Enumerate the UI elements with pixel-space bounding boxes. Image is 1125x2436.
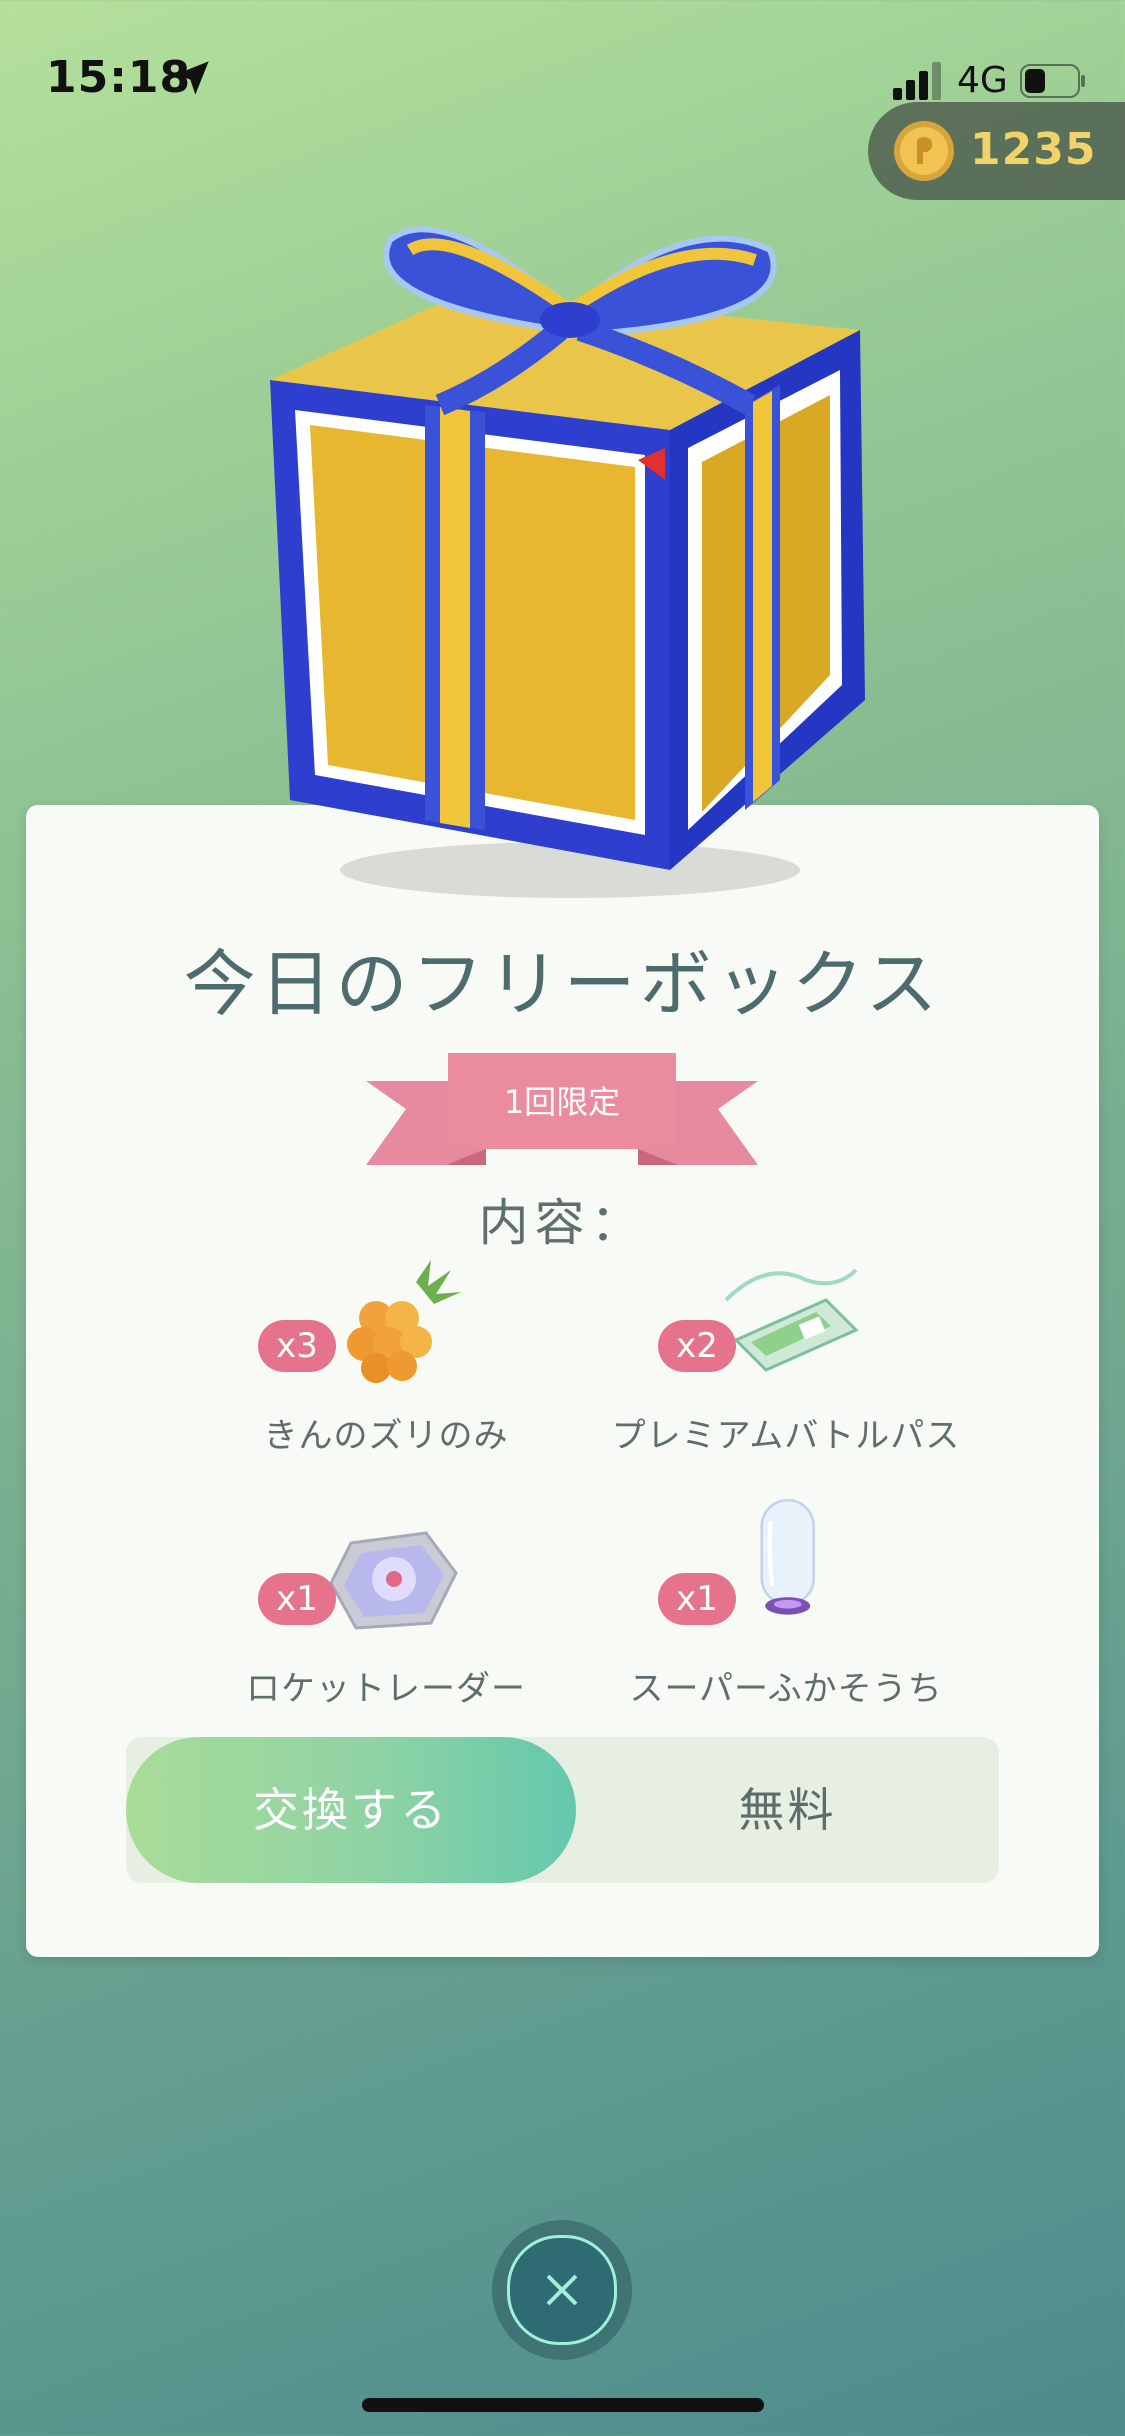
exchange-button[interactable]: 交換する	[126, 1737, 576, 1883]
item-premium-battle-pass: x2 プレミアムバトルパス	[596, 1260, 976, 1460]
home-indicator[interactable]	[362, 2398, 764, 2412]
close-button-ring	[507, 2235, 617, 2345]
item-quantity-badge: x2	[658, 1320, 736, 1372]
item-golden-razz-berry: x3 きんのズリのみ	[196, 1260, 576, 1460]
item-quantity-badge: x1	[658, 1573, 736, 1625]
contents-label: 内容：	[478, 1194, 647, 1252]
premium-battle-pass-icon	[724, 1268, 859, 1372]
close-icon	[546, 2274, 578, 2306]
network-type: 4G	[957, 60, 1008, 101]
limit-badge-label: 1回限定	[503, 1083, 621, 1121]
cellular-signal-icon	[893, 62, 941, 100]
gift-box-icon	[270, 226, 865, 898]
item-quantity-badge: x1	[258, 1573, 336, 1625]
offer-title: 今日のフリーボックス	[183, 942, 942, 1026]
location-arrow-icon	[175, 61, 209, 95]
price-label: 無料	[738, 1783, 837, 1837]
golden-razz-berry-icon	[347, 1260, 461, 1383]
item-name: プレミアムバトルパス	[611, 1416, 961, 1456]
item-name: ロケットレーダー	[246, 1669, 526, 1709]
battery-icon	[1020, 64, 1085, 98]
coin-balance[interactable]: 1235	[868, 102, 1125, 200]
offer-card: 今日のフリーボックス 1回限定 内容： x3 きんのズリのみ x2 プレミアムバ…	[26, 805, 1099, 1957]
item-quantity-badge: x3	[258, 1320, 336, 1372]
pokecoin-icon	[894, 121, 954, 181]
status-time: 15:18	[46, 52, 192, 103]
item-name: きんのズリのみ	[263, 1416, 509, 1456]
item-name: スーパーふかそうち	[629, 1669, 943, 1709]
item-super-incubator: x1 スーパーふかそうち	[596, 1495, 976, 1709]
purchase-bar: 交換する 無料	[126, 1737, 999, 1883]
close-button[interactable]	[492, 2220, 632, 2360]
item-rocket-radar: x1 ロケットレーダー	[196, 1513, 576, 1713]
rocket-radar-icon	[329, 1531, 458, 1630]
coin-count: 1235	[970, 124, 1097, 175]
